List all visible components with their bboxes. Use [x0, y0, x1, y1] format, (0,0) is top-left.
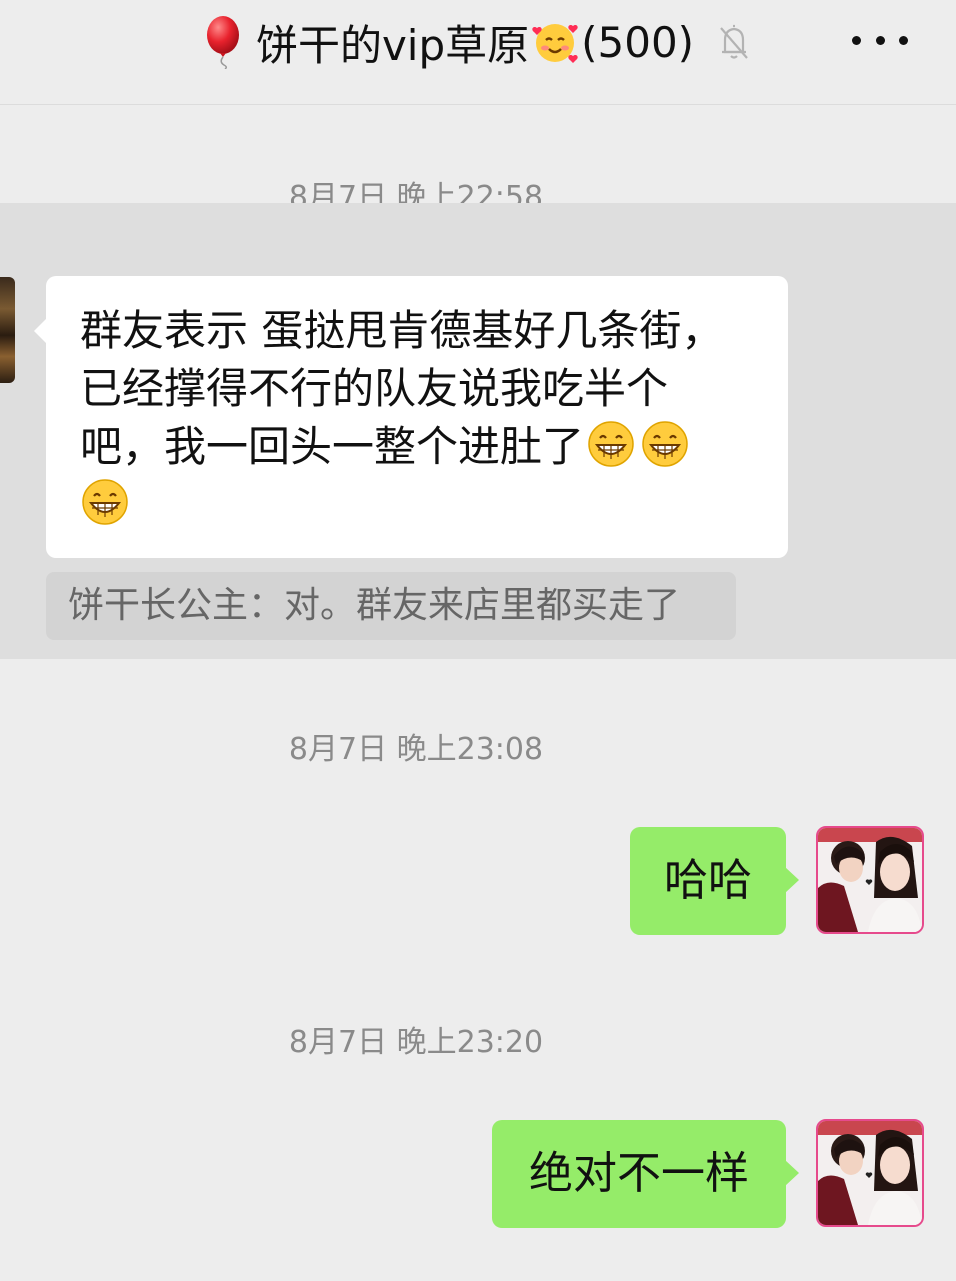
chat-title-text: 饼干的vip草原 [255, 20, 530, 70]
grinning-face-icon [588, 421, 634, 467]
message-line-with-emoji: 吧，我一回头一整个进肚了 [80, 418, 766, 476]
my-avatar[interactable] [816, 826, 924, 934]
grinning-face-icon [642, 421, 688, 467]
message-timestamp: 8月7日 晚上23:08 [288, 732, 544, 767]
member-count: (500) [581, 17, 695, 67]
sender-avatar[interactable] [0, 277, 15, 383]
quoted-reply[interactable]: 饼干长公主：对。群友来店里都买走了 [46, 572, 736, 640]
grinning-face-icon [82, 479, 128, 525]
emoji-line [80, 476, 766, 534]
outgoing-message-bubble[interactable]: 哈哈 [630, 827, 799, 935]
chat-title-row[interactable]: 饼干的vip草原 (500) [0, 10, 956, 74]
chat-header: 饼干的vip草原 (500) [0, 0, 956, 105]
message-line: 群友表示 蛋挞甩肯德基好几条街， [80, 306, 724, 355]
message-timestamp: 8月7日 晚上23:20 [288, 1025, 544, 1060]
chat-title[interactable]: 饼干的vip草原 (500) [204, 12, 752, 73]
more-dots-icon[interactable] [852, 30, 908, 50]
smiling-face-with-hearts-icon [532, 24, 578, 63]
user-photo [818, 1121, 922, 1225]
bell-off-icon [720, 24, 748, 59]
user-photo [818, 828, 922, 932]
my-avatar[interactable] [816, 1119, 924, 1227]
outgoing-message-bubble[interactable]: 绝对不一样 [492, 1120, 799, 1228]
message-line: 吧，我一回头一整个进肚了 [80, 422, 585, 471]
message-line: 已经撑得不行的队友说我吃半个 [80, 364, 669, 413]
incoming-message-bubble[interactable]: 群友表示 蛋挞甩肯德基好几条街， 已经撑得不行的队友说我吃半个 吧，我一回头一整… [34, 276, 788, 558]
red-balloon-icon [206, 16, 239, 69]
